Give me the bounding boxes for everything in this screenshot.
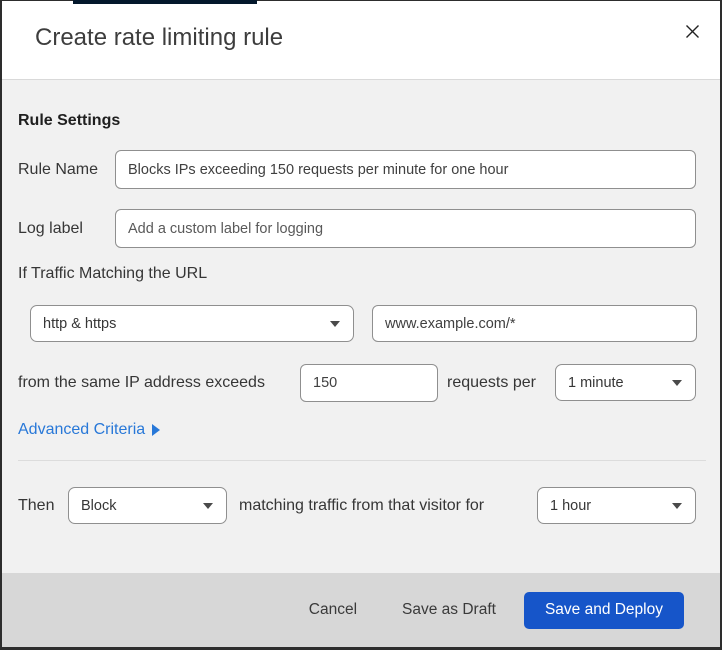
advanced-criteria-label: Advanced Criteria — [18, 421, 146, 438]
rule-settings-heading: Rule Settings — [18, 112, 121, 129]
top-bar-fragment — [73, 0, 257, 4]
modal-footer: Cancel Save as Draft Save and Deploy — [2, 573, 720, 647]
duration-select[interactable]: 1 hour — [537, 487, 696, 524]
section-divider — [18, 460, 706, 461]
log-label-label: Log label — [18, 220, 83, 237]
chevron-down-icon — [330, 320, 340, 327]
cancel-button[interactable]: Cancel — [307, 593, 359, 627]
then-text: Then — [18, 497, 55, 514]
scheme-select-value: http & https — [43, 315, 117, 332]
log-label-input[interactable] — [115, 209, 696, 248]
traffic-match-intro: If Traffic Matching the URL — [18, 265, 208, 282]
chevron-down-icon — [672, 379, 682, 386]
save-as-draft-button[interactable]: Save as Draft — [400, 593, 498, 627]
url-pattern-input[interactable] — [372, 305, 697, 342]
advanced-criteria-link[interactable]: Advanced Criteria — [18, 421, 161, 439]
duration-select-value: 1 hour — [550, 497, 592, 514]
save-and-deploy-button[interactable]: Save and Deploy — [523, 591, 684, 629]
chevron-down-icon — [203, 502, 213, 509]
rule-name-label: Rule Name — [18, 161, 99, 178]
modal-header: Create rate limiting rule — [2, 1, 720, 80]
close-icon — [683, 22, 702, 41]
threshold-input[interactable] — [300, 364, 438, 402]
chevron-right-icon — [152, 424, 161, 436]
requests-per-text: requests per — [447, 374, 536, 391]
exceeds-text: from the same IP address exceeds — [18, 374, 265, 391]
close-button[interactable] — [678, 17, 706, 45]
action-select[interactable]: Block — [68, 487, 227, 524]
page-title: Create rate limiting rule — [35, 24, 284, 51]
action-select-value: Block — [81, 497, 117, 514]
matching-text: matching traffic from that visitor for — [239, 497, 485, 514]
period-select-value: 1 minute — [568, 374, 624, 391]
scheme-select[interactable]: http & https — [30, 305, 354, 342]
rule-name-input[interactable] — [115, 150, 696, 189]
period-select[interactable]: 1 minute — [555, 364, 696, 401]
chevron-down-icon — [672, 502, 682, 509]
modal-body: Rule Settings Rule Name Log label If Tra… — [2, 80, 720, 573]
